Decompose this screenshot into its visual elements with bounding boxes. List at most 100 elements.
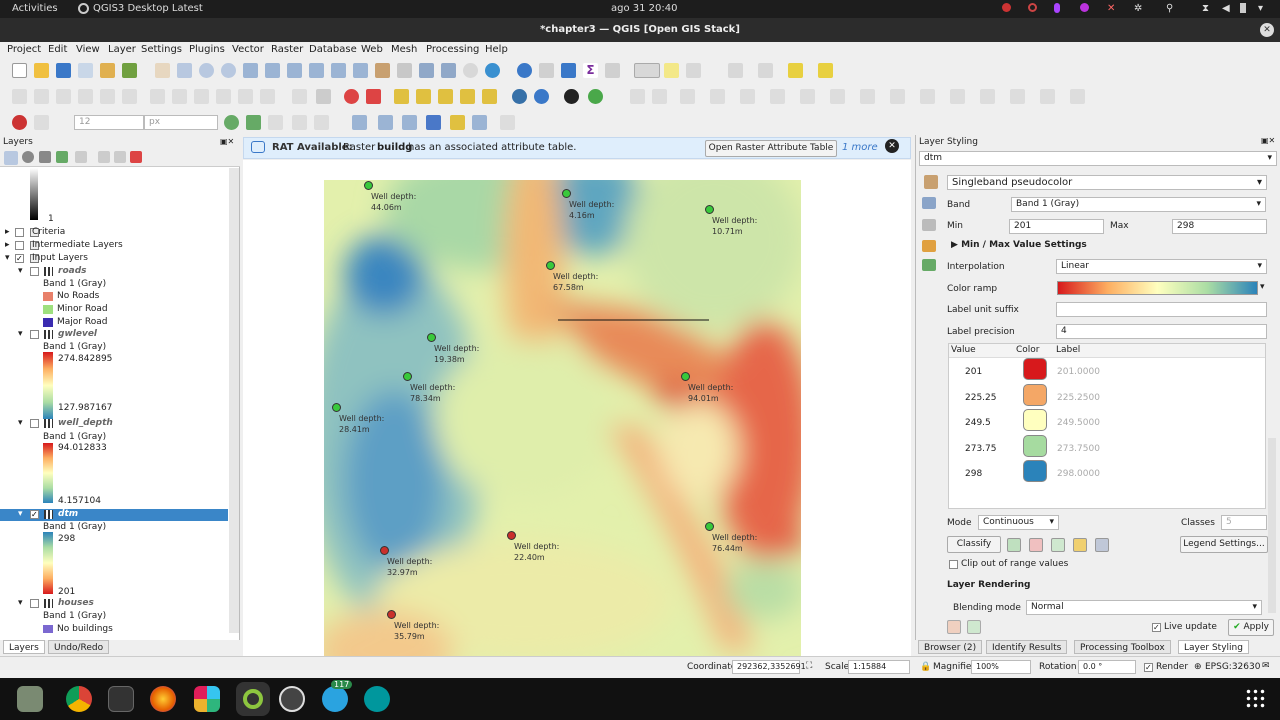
snap-mode-icon[interactable]	[34, 115, 49, 130]
class-label[interactable]: 225.2500	[1057, 393, 1100, 403]
filter-legend-icon[interactable]	[39, 151, 51, 163]
layout-manager-icon[interactable]	[100, 63, 115, 78]
add-ring-icon[interactable]	[770, 89, 785, 104]
layer-visibility-checkbox[interactable]	[30, 330, 39, 339]
menu-settings[interactable]: Settings	[141, 44, 182, 55]
open-project-icon[interactable]	[34, 63, 49, 78]
class-label[interactable]: 273.7500	[1057, 444, 1100, 454]
expression-filter-icon[interactable]	[75, 151, 87, 163]
shape-digitize-icon[interactable]	[680, 89, 695, 104]
chrome-icon[interactable]	[66, 686, 92, 712]
files-icon[interactable]	[17, 686, 43, 712]
class-label[interactable]: 249.5000	[1057, 418, 1100, 428]
favorite-star-icon[interactable]	[450, 115, 465, 130]
label-pin-icon[interactable]	[316, 89, 331, 104]
settings-gear-icon[interactable]	[561, 63, 576, 78]
coordinate-input[interactable]: 292362,3352691	[732, 660, 806, 674]
classes-spinbox[interactable]: 5	[1221, 515, 1267, 530]
system-menu-icon[interactable]: ▾	[1258, 3, 1263, 14]
expand-arrow-icon[interactable]: ▾	[5, 253, 10, 263]
terminal-icon[interactable]	[108, 686, 134, 712]
label-highlight-icon[interactable]	[344, 89, 359, 104]
layer-tree-legend[interactable]: 1	[0, 214, 228, 226]
fill-ring-icon[interactable]	[830, 89, 845, 104]
select-by-polygon-icon[interactable]	[378, 115, 393, 130]
new-project-icon[interactable]	[12, 63, 27, 78]
temporal-controller-icon[interactable]	[463, 63, 478, 78]
mode-select[interactable]: Continuous ▾	[978, 515, 1059, 530]
toggle-editing-icon[interactable]	[34, 89, 49, 104]
volume-icon[interactable]: ◀	[1222, 3, 1230, 14]
minmax-section-toggle[interactable]: ▶ Min / Max Value Settings	[951, 240, 1087, 250]
expand-arrow-icon[interactable]: ▾	[18, 329, 23, 339]
tab-browser[interactable]: Browser (2)	[918, 640, 983, 654]
save-colors-icon[interactable]	[1095, 538, 1109, 552]
paste-features-icon[interactable]	[216, 89, 231, 104]
label-tool-icon[interactable]	[292, 89, 307, 104]
tray-mic-icon[interactable]	[1054, 3, 1060, 13]
styling-panel-close-icon[interactable]: ▣✕	[1261, 136, 1275, 145]
save-edits-icon[interactable]	[56, 89, 71, 104]
expand-arrow-icon[interactable]: ▾	[18, 266, 23, 276]
select-by-freehand-icon[interactable]	[402, 115, 417, 130]
redo-icon[interactable]	[260, 89, 275, 104]
close-window-icon[interactable]: ✕	[1260, 23, 1274, 37]
label-precision-input[interactable]: 4	[1056, 324, 1267, 339]
menu-view[interactable]: View	[76, 44, 100, 55]
crs-icon[interactable]: ⊕	[1194, 662, 1202, 672]
class-color-swatch[interactable]	[1023, 358, 1047, 380]
layer-tree-swatch[interactable]: No buildings	[0, 624, 228, 633]
layer-visibility-checkbox[interactable]	[30, 419, 39, 428]
slack-icon[interactable]	[194, 686, 220, 712]
offset-curve-icon[interactable]	[950, 89, 965, 104]
menu-database[interactable]: Database	[309, 44, 357, 55]
blending-mode-select[interactable]: Normal ▾	[1026, 600, 1262, 615]
bookmark-icon[interactable]	[419, 63, 434, 78]
chevron-down-icon[interactable]: ▾	[1260, 282, 1265, 292]
add-part-icon[interactable]	[800, 89, 815, 104]
label-change-icon[interactable]	[438, 89, 453, 104]
class-value[interactable]: 249.5	[965, 418, 991, 428]
label-properties-icon[interactable]	[482, 89, 497, 104]
open-styling-icon[interactable]	[4, 151, 18, 165]
refresh-icon[interactable]	[485, 63, 500, 78]
layer-visibility-checkbox[interactable]: ✓	[30, 510, 39, 519]
layers-scrollbar[interactable]	[229, 168, 239, 633]
layer-visibility-checkbox[interactable]	[30, 599, 39, 608]
band-select[interactable]: Band 1 (Gray) ▾	[1011, 197, 1266, 212]
attribute-table-icon[interactable]	[539, 63, 554, 78]
scale-input[interactable]: 1:15884	[848, 660, 910, 674]
style-tab-icon[interactable]	[922, 197, 936, 209]
layer-visibility-checkbox[interactable]	[15, 228, 24, 237]
save-project-icon[interactable]	[56, 63, 71, 78]
well-point[interactable]	[546, 261, 555, 270]
print-layout-icon[interactable]	[78, 63, 93, 78]
new-map-view-icon[interactable]	[375, 63, 390, 78]
measure-icon[interactable]	[634, 63, 660, 78]
show-bookmarks-icon[interactable]	[441, 63, 456, 78]
panel-close-icon[interactable]: ▣✕	[220, 137, 236, 146]
color-ramp-button[interactable]	[1057, 281, 1258, 295]
undo-icon[interactable]	[238, 89, 253, 104]
identify-icon[interactable]	[517, 63, 532, 78]
rotate-feature-icon[interactable]	[710, 89, 725, 104]
histogram-tab-icon[interactable]	[922, 240, 936, 252]
active-app-name[interactable]: QGIS3 Desktop Latest	[93, 3, 203, 14]
tab-identify-results[interactable]: Identify Results	[986, 640, 1068, 654]
class-label[interactable]: 201.0000	[1057, 367, 1100, 377]
dismiss-message-icon[interactable]: ✕	[885, 139, 899, 153]
well-point[interactable]	[387, 610, 396, 619]
legend-settings-button[interactable]: Legend Settings...	[1180, 536, 1268, 553]
snap-tolerance-input[interactable]: 12	[74, 115, 144, 130]
layer-tree-layer[interactable]: ▾ ✓ dtm	[0, 509, 228, 521]
classify-button[interactable]: Classify	[947, 536, 1001, 553]
menu-mesh[interactable]: Mesh	[391, 44, 417, 55]
battery-icon[interactable]	[1240, 3, 1246, 13]
crs-label[interactable]: EPSG:32630	[1205, 662, 1260, 672]
layer-visibility-checkbox[interactable]	[15, 241, 24, 250]
snapping-magnet-icon[interactable]	[12, 115, 27, 130]
layer-tree-layer[interactable]: ▾ houses	[0, 598, 228, 610]
digitize-icon[interactable]	[630, 89, 645, 104]
label-move-icon[interactable]	[394, 89, 409, 104]
statistics-sigma-icon[interactable]: Σ	[583, 63, 598, 78]
